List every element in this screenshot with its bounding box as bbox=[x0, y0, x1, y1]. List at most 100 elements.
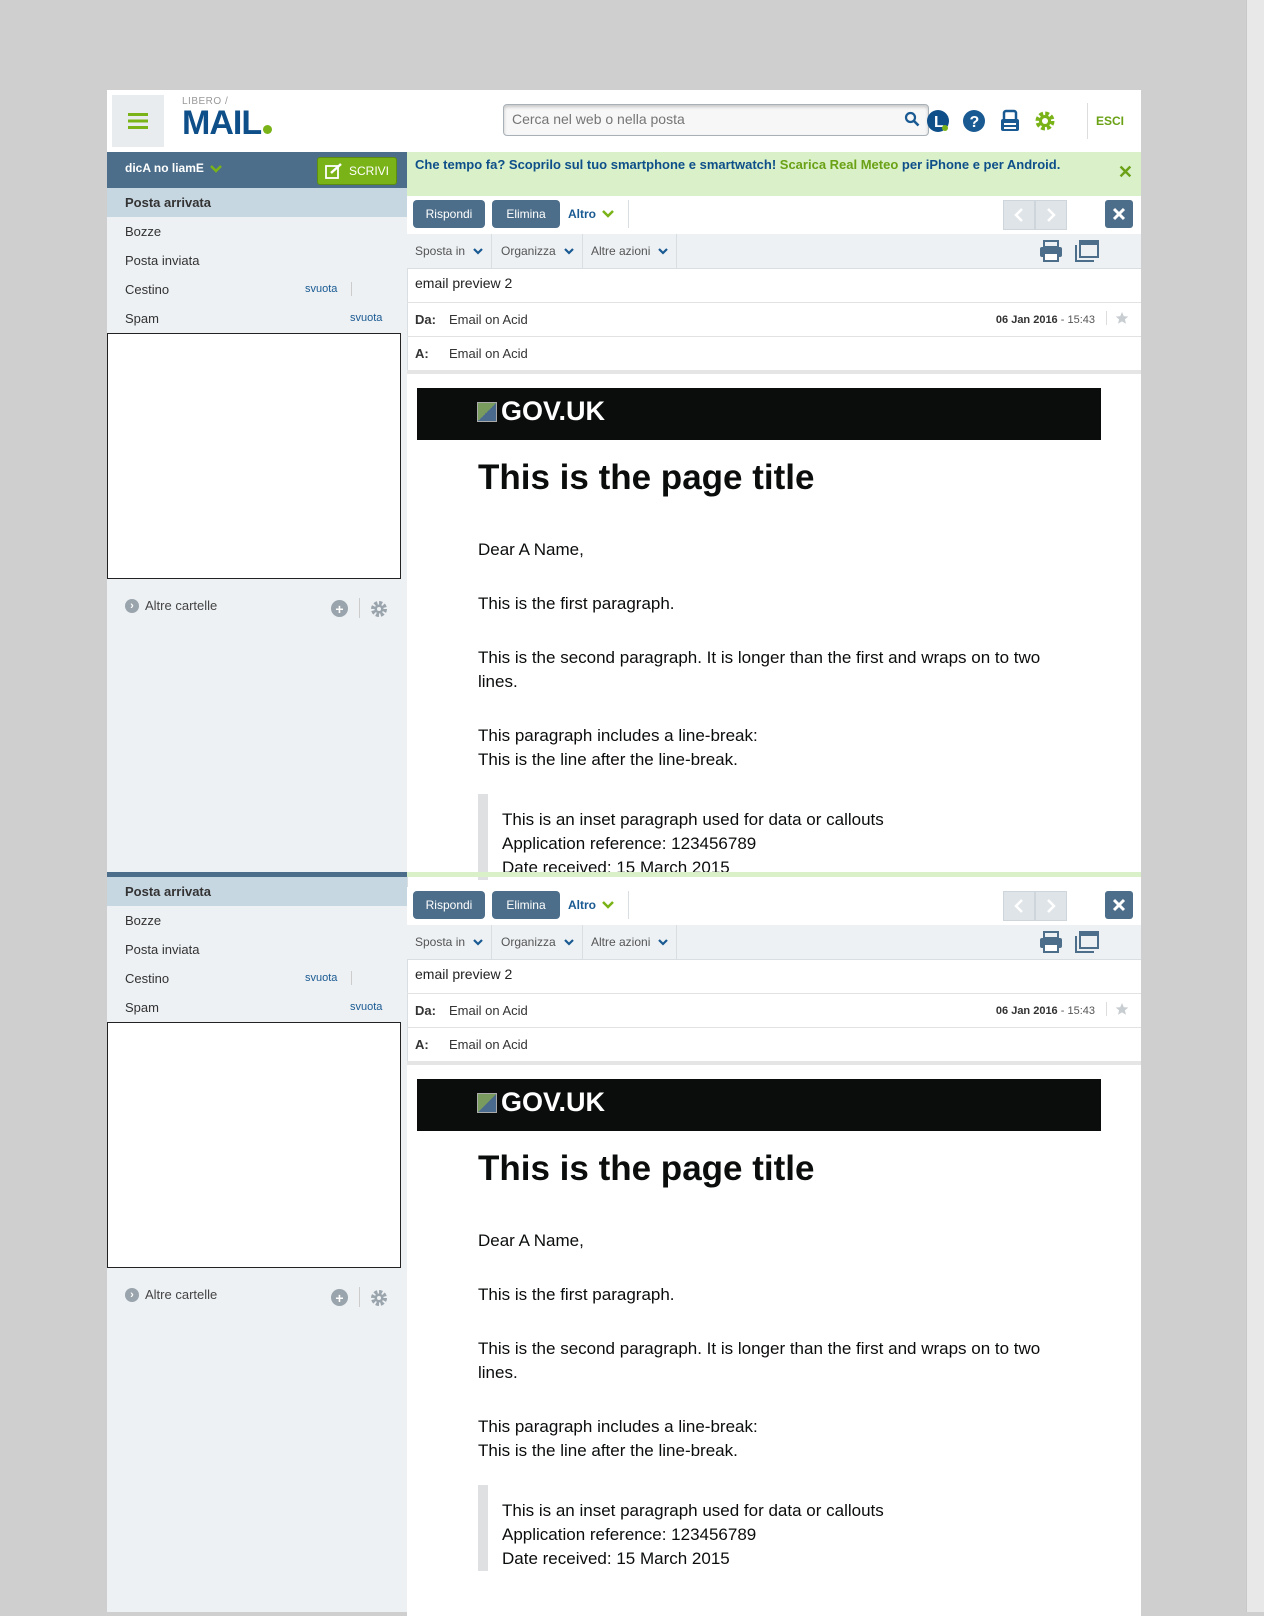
search-icon[interactable] bbox=[904, 111, 920, 127]
next-message-button[interactable] bbox=[1035, 891, 1067, 921]
account-bar: dicA no liamE SCRIVI bbox=[107, 152, 407, 188]
folder-label: Spam bbox=[125, 1000, 159, 1015]
reply-button[interactable]: Rispondi bbox=[413, 891, 485, 919]
hamburger-menu-button[interactable] bbox=[112, 95, 164, 147]
email-paragraph-1: This is the first paragraph. bbox=[478, 1285, 675, 1304]
folder-spam[interactable]: Spam svuota bbox=[107, 304, 407, 333]
folder-trash[interactable]: Cestino svuota bbox=[107, 275, 407, 304]
email-title: This is the page title bbox=[478, 1149, 815, 1188]
other-folders-label: Altre cartelle bbox=[145, 598, 218, 613]
empty-spam-link[interactable]: svuota bbox=[350, 993, 382, 1022]
empty-trash-link[interactable]: svuota bbox=[305, 275, 337, 304]
delete-button[interactable]: Elimina bbox=[492, 891, 560, 919]
folder-trash[interactable]: Cestino svuota bbox=[107, 964, 407, 993]
promo-text-end: per iPhone e per Android. bbox=[898, 157, 1061, 172]
open-new-window-icon[interactable] bbox=[1075, 931, 1099, 953]
folder-settings-gear-icon[interactable] bbox=[370, 1289, 388, 1307]
inset-line-3: Date received: 15 March 2015 bbox=[502, 1549, 730, 1568]
other-actions-dropdown[interactable]: Altre azioni bbox=[583, 234, 678, 268]
other-folders-toggle[interactable]: › Altre cartelle bbox=[125, 1287, 217, 1302]
reply-button[interactable]: Rispondi bbox=[413, 200, 485, 228]
inset-line-2: Application reference: 123456789 bbox=[502, 834, 757, 853]
print-icon[interactable] bbox=[1039, 931, 1063, 953]
mail-app: LIBERO / MAIL L ? ESCI dicA no liamE SCR… bbox=[107, 90, 1141, 1616]
divider bbox=[359, 598, 360, 618]
folder-label: Bozze bbox=[125, 913, 162, 928]
email-paragraph-1: This is the first paragraph. bbox=[478, 594, 675, 613]
govuk-header: GOV.UK bbox=[417, 388, 1101, 440]
prev-message-button[interactable] bbox=[1003, 891, 1035, 921]
star-icon[interactable] bbox=[1106, 1002, 1129, 1016]
chevron-down-icon bbox=[658, 247, 669, 255]
folder-sent[interactable]: Posta inviata bbox=[107, 935, 407, 964]
organize-dropdown[interactable]: Organizza bbox=[493, 925, 583, 959]
star-icon[interactable] bbox=[1106, 311, 1129, 325]
close-message-button[interactable] bbox=[1105, 200, 1133, 228]
add-folder-icon[interactable]: + bbox=[331, 600, 348, 617]
empty-trash-link[interactable]: svuota bbox=[305, 964, 337, 993]
from-sender[interactable]: Email on Acid bbox=[449, 312, 528, 327]
govuk-logo[interactable]: GOV.UK bbox=[477, 396, 605, 427]
divider bbox=[351, 282, 352, 296]
chevron-right-icon bbox=[1047, 899, 1056, 913]
promo-banner: Che tempo fa? Scoprilo sul tuo smartphon… bbox=[407, 152, 1141, 196]
date-value: 06 Jan 2016 bbox=[995, 1005, 1058, 1017]
add-folder-icon[interactable]: + bbox=[331, 1289, 348, 1306]
other-folders-toggle[interactable]: › Altre cartelle bbox=[125, 598, 217, 613]
empty-spam-link[interactable]: svuota bbox=[350, 304, 382, 333]
to-recipient[interactable]: Email on Acid bbox=[449, 346, 528, 361]
account-switcher[interactable]: dicA no liamE bbox=[125, 161, 222, 175]
compose-button[interactable]: SCRIVI bbox=[317, 157, 397, 185]
folder-inbox[interactable]: Posta arrivata bbox=[107, 188, 407, 217]
chevron-left-icon bbox=[1014, 208, 1023, 222]
more-dropdown[interactable]: Altro bbox=[568, 891, 629, 919]
govuk-logo[interactable]: GOV.UK bbox=[477, 1087, 605, 1118]
libero-mail-logo[interactable]: LIBERO / MAIL bbox=[182, 96, 273, 140]
open-new-window-icon[interactable] bbox=[1075, 240, 1099, 262]
inset-line-1: This is an inset paragraph used for data… bbox=[502, 1501, 884, 1520]
email-content: This is the page title Dear A Name, This… bbox=[478, 1149, 1058, 1616]
folder-label: Bozze bbox=[125, 224, 162, 239]
folder-settings-gear-icon[interactable] bbox=[370, 600, 388, 618]
folder-inbox[interactable]: Posta arrivata bbox=[107, 877, 407, 906]
other-folders-label: Altre cartelle bbox=[145, 1287, 218, 1302]
close-message-button[interactable] bbox=[1105, 891, 1133, 919]
chevron-down-icon bbox=[473, 247, 483, 255]
sidebar-ad-frame bbox=[107, 333, 401, 579]
other-actions-dropdown[interactable]: Altre azioni bbox=[583, 925, 678, 959]
print-icon[interactable] bbox=[1039, 240, 1063, 262]
chevron-down-icon bbox=[210, 164, 222, 173]
organize-dropdown[interactable]: Organizza bbox=[493, 234, 583, 268]
from-sender[interactable]: Email on Acid bbox=[449, 1003, 528, 1018]
more-dropdown[interactable]: Altro bbox=[568, 200, 629, 228]
folder-spam[interactable]: Spam svuota bbox=[107, 993, 407, 1022]
page-scrollbar[interactable] bbox=[1246, 0, 1264, 1612]
folder-drafts[interactable]: Bozze bbox=[107, 217, 407, 246]
chevron-down-icon bbox=[473, 938, 483, 946]
message-body: GOV.UK This is the page title Dear A Nam… bbox=[407, 1061, 1141, 1616]
close-promo-icon[interactable]: ✕ bbox=[1118, 162, 1133, 183]
chevron-down-icon bbox=[602, 901, 614, 909]
prev-message-button[interactable] bbox=[1003, 200, 1035, 230]
compose-label: SCRIVI bbox=[348, 164, 389, 178]
next-message-button[interactable] bbox=[1035, 200, 1067, 230]
more-label: Altro bbox=[568, 898, 596, 912]
folder-label: Cestino bbox=[125, 971, 170, 986]
libero-account-icon[interactable]: L bbox=[925, 108, 951, 134]
promo-link[interactable]: Scarica Real Meteo bbox=[780, 157, 899, 172]
organize-label: Organizza bbox=[501, 244, 556, 258]
folder-sent[interactable]: Posta inviata bbox=[107, 246, 407, 275]
logout-link[interactable]: ESCI bbox=[1087, 103, 1124, 139]
folder-drafts[interactable]: Bozze bbox=[107, 906, 407, 935]
help-icon[interactable]: ? bbox=[961, 108, 987, 134]
govuk-brand: GOV.UK bbox=[501, 1087, 606, 1117]
storage-icon[interactable] bbox=[997, 108, 1023, 134]
folder-label: Posta arrivata bbox=[125, 884, 211, 899]
search-input[interactable] bbox=[504, 105, 900, 133]
move-to-dropdown[interactable]: Sposta in bbox=[407, 925, 493, 959]
delete-button[interactable]: Elimina bbox=[492, 200, 560, 228]
top-header: LIBERO / MAIL L ? ESCI bbox=[107, 90, 1141, 152]
to-recipient[interactable]: Email on Acid bbox=[449, 1037, 528, 1052]
settings-gear-icon[interactable] bbox=[1032, 108, 1058, 134]
move-to-dropdown[interactable]: Sposta in bbox=[407, 234, 493, 268]
